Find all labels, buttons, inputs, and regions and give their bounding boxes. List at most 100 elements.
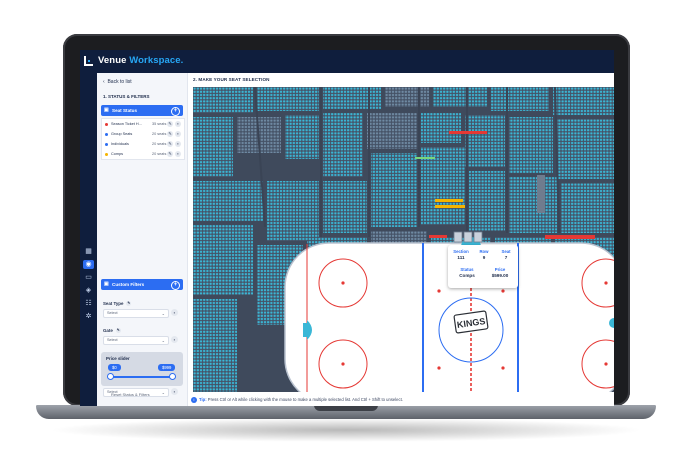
plus-circle-icon[interactable]: +: [171, 281, 180, 290]
penalty-box: [473, 231, 483, 243]
seat-section[interactable]: [323, 113, 363, 177]
trash-icon[interactable]: ▪: [175, 121, 181, 127]
seat-section[interactable]: [193, 299, 237, 392]
ticket-icon[interactable]: ▭: [83, 273, 94, 282]
seat-section[interactable]: [267, 181, 319, 241]
custom-filters-header[interactable]: ▣ Custom Filters +: [101, 279, 183, 290]
goal-net: [303, 323, 309, 337]
back-label: Back to list: [107, 79, 132, 85]
edit-icon[interactable]: ✎: [126, 301, 132, 307]
penalty-box: [453, 231, 463, 243]
settings-icon[interactable]: ✲: [83, 312, 94, 321]
tooltip-row: Row 9: [474, 249, 494, 260]
seat-map[interactable]: KINGS: [193, 87, 614, 392]
top-bar: Venue Workspace.: [80, 50, 614, 73]
seat-section[interactable]: [509, 177, 557, 233]
comps-seats[interactable]: [435, 199, 463, 202]
seat-section[interactable]: [193, 87, 253, 113]
edit-icon[interactable]: ✎: [167, 131, 173, 137]
filter-label-text: Gate: [103, 328, 113, 333]
select-value: Select: [107, 338, 118, 342]
seat-section[interactable]: [193, 225, 253, 295]
seat-status-title: Seat Status: [112, 108, 138, 113]
reset-filters-link[interactable]: Reset Status & Filters: [111, 392, 150, 397]
seat-section[interactable]: [553, 87, 614, 115]
seat-section[interactable]: [193, 117, 233, 177]
app-screen: Venue Workspace. ▦ ◉ ▭ ◈ ☷ ✲ ‹ Back to l…: [80, 50, 614, 406]
trash-icon[interactable]: ▪: [175, 141, 181, 147]
tooltip-status: Status Comps: [452, 267, 482, 278]
seat-status-list: Season Ticket H... 35 seats ✎ ▪ Group Se…: [101, 118, 185, 160]
price-max-handle[interactable]: [168, 373, 176, 380]
gate-select[interactable]: Select ⌄: [103, 336, 169, 345]
seat-status-icon: ▣: [104, 107, 109, 113]
filter-label: Seat Type ✎: [103, 301, 132, 307]
seat-section[interactable]: [561, 183, 614, 233]
price-min-handle[interactable]: [106, 373, 114, 380]
back-to-list-link[interactable]: ‹ Back to list: [103, 79, 132, 85]
status-row[interactable]: Group Seats 20 seats ✎ ▪: [102, 129, 184, 139]
trash-icon[interactable]: ▪: [171, 309, 178, 316]
chevron-down-icon: ⌄: [161, 311, 165, 316]
edit-icon[interactable]: ✎: [167, 121, 173, 127]
seat-section[interactable]: [323, 87, 381, 109]
seat-section[interactable]: [469, 171, 505, 231]
group-seats[interactable]: [415, 157, 435, 159]
status-name: Season Ticket H...: [111, 122, 142, 126]
status-dot: [105, 153, 108, 156]
status-name: Group Seats: [111, 132, 133, 136]
seat-section[interactable]: [509, 117, 553, 173]
edit-icon[interactable]: ✎: [167, 151, 173, 157]
season-ticket-seats[interactable]: [545, 235, 595, 239]
status-row[interactable]: Individuals 20 seats ✎ ▪: [102, 139, 184, 149]
seat-status-header[interactable]: ▣ Seat Status +: [101, 105, 183, 116]
tooltip-row-value: 9: [482, 255, 486, 260]
comps-seats[interactable]: [435, 205, 465, 208]
seat-section[interactable]: [421, 113, 461, 143]
status-row[interactable]: Season Ticket H... 35 seats ✎ ▪: [102, 119, 184, 129]
seat-section[interactable]: [433, 87, 487, 107]
seat-section[interactable]: [491, 87, 549, 111]
rink-logo: KINGS: [453, 310, 489, 334]
trash-icon[interactable]: ▪: [175, 151, 181, 157]
seat-section[interactable]: [257, 87, 319, 111]
season-ticket-seats[interactable]: [429, 235, 447, 238]
seat-section[interactable]: [371, 153, 417, 227]
status-dot: [105, 133, 108, 136]
trash-icon[interactable]: ▪: [171, 388, 178, 395]
users-icon[interactable]: ☷: [83, 299, 94, 308]
seat-section[interactable]: [367, 113, 417, 149]
tag-icon[interactable]: ◈: [83, 286, 94, 295]
status-dot: [105, 143, 108, 146]
seat-section[interactable]: [193, 181, 263, 221]
status-row[interactable]: Comps 20 seats ✎ ▪: [102, 149, 184, 159]
neutral-dot: [501, 366, 505, 370]
tip-lead: Tip:: [199, 397, 207, 402]
seat-section[interactable]: [385, 87, 429, 107]
trash-icon[interactable]: ▪: [175, 131, 181, 137]
trash-icon[interactable]: ▪: [171, 336, 178, 343]
venue-map-icon[interactable]: ▦: [83, 247, 94, 256]
seat-map-canvas[interactable]: KINGS: [193, 87, 614, 392]
seat-section[interactable]: [285, 115, 319, 159]
section-title: 1. STATUS & FILTERS: [103, 94, 150, 99]
edit-icon[interactable]: ✎: [115, 328, 121, 334]
tooltip-section-label: Section: [453, 249, 469, 254]
icon-rail: ▦ ◉ ▭ ◈ ☷ ✲: [80, 73, 97, 406]
plus-circle-icon[interactable]: +: [171, 107, 180, 116]
chevron-down-icon: ⌄: [161, 390, 165, 395]
chevron-down-icon: ⌄: [161, 338, 165, 343]
brand-accent: Workspace.: [129, 55, 184, 66]
seat-section[interactable]: [465, 115, 505, 167]
logo-mark-icon: [84, 56, 93, 66]
status-count: 20 seats: [152, 142, 167, 146]
seat-type-select[interactable]: Select ⌄: [103, 309, 169, 318]
seat-tooltip: Section 111 Row 9 Seat 7 Status Comps Pr…: [448, 245, 518, 288]
seat-icon[interactable]: ◉: [83, 260, 94, 269]
tooltip-status-label: Status: [460, 267, 474, 272]
season-ticket-seats[interactable]: [449, 131, 487, 134]
filter-label: Gate ✎: [103, 328, 121, 334]
seat-section[interactable]: [557, 119, 614, 179]
seat-section[interactable]: [323, 181, 367, 233]
edit-icon[interactable]: ✎: [167, 141, 173, 147]
